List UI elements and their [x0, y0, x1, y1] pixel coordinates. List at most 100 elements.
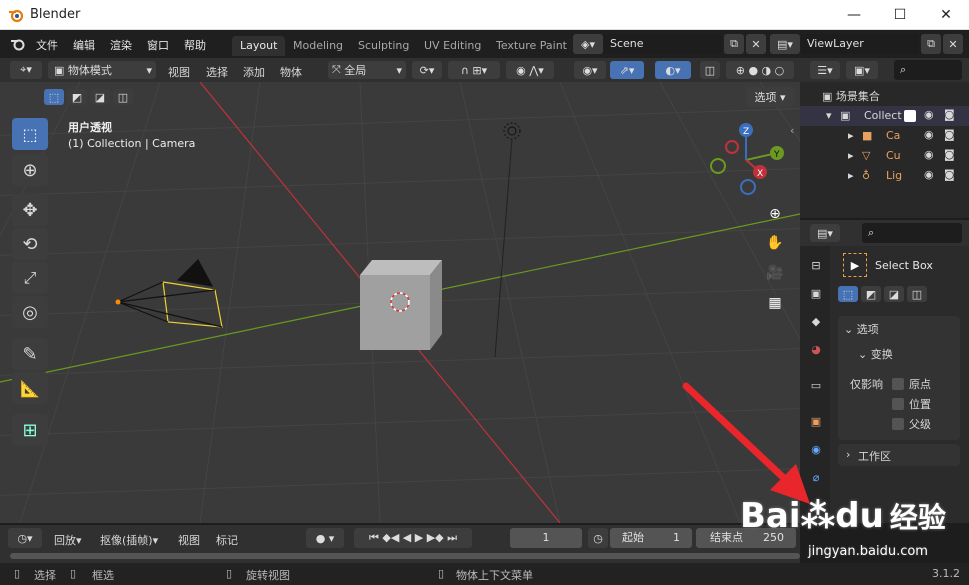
start-frame-field[interactable]: 起始 1	[610, 528, 692, 548]
transform-subpanel-header[interactable]: ⌄ 变换	[858, 346, 893, 362]
preview-range-button[interactable]: ◷	[588, 528, 608, 548]
tab-scene[interactable]: ◕	[805, 338, 827, 360]
properties-editor-type[interactable]: ▤▾	[810, 224, 840, 242]
tab-layout[interactable]: Layout	[232, 36, 286, 56]
mode-selector[interactable]: ▣ 物体模式 ▾	[48, 61, 156, 79]
workspace-panel[interactable]: › 工作区	[838, 444, 960, 466]
camera-render-icon[interactable]: ◙	[944, 168, 955, 181]
playback-controls[interactable]: ⏮ ◆◀ ◀ ▶ ▶◆ ⏭	[354, 528, 472, 548]
delete-scene-button[interactable]: ✕	[746, 34, 766, 54]
tab-view-layer[interactable]: ◆	[805, 310, 827, 332]
shading-mode-buttons[interactable]: ⊕ ● ◑ ○	[726, 61, 794, 79]
overlay-toggle-button[interactable]: ◐▾	[655, 61, 691, 79]
tab-texture-paint[interactable]: Texture Paint	[488, 36, 575, 56]
scale-tool[interactable]: ⤢	[12, 262, 48, 294]
transform-tool[interactable]: ◎	[12, 296, 48, 328]
tab-sculpting[interactable]: Sculpting	[350, 36, 417, 56]
select-extend-icon[interactable]: ◩	[67, 89, 87, 105]
maximize-button[interactable]: ☐	[877, 0, 923, 30]
view-layer-name-field[interactable]: ViewLayer	[801, 34, 919, 54]
timeline-scrollbar[interactable]	[10, 553, 800, 559]
tab-modeling[interactable]: Modeling	[285, 36, 351, 56]
outliner-scene-collection[interactable]: ▣ 场景集合	[822, 88, 880, 104]
select-invert-icon[interactable]: ◫	[113, 89, 133, 105]
viewport-menu-object[interactable]: 物体	[280, 64, 302, 80]
outliner-row-collection[interactable]: ▾ ▣ Collect ◉ ◙	[800, 106, 969, 126]
select-subtract-icon[interactable]: ◪	[90, 89, 110, 105]
eye-icon[interactable]: ◉	[924, 128, 934, 141]
timeline-menu-keying[interactable]: 抠像(插帧)▾	[100, 532, 158, 548]
outliner-search-input[interactable]: ⌕	[894, 60, 962, 80]
timeline-menu-playback[interactable]: 回放▾	[54, 532, 82, 548]
annotate-tool[interactable]: ✎	[12, 338, 48, 370]
current-frame-field[interactable]: 1	[510, 528, 582, 548]
timeline-menu-marker[interactable]: 标记	[216, 532, 238, 548]
tab-uv-editing[interactable]: UV Editing	[416, 36, 489, 56]
scene-name-field[interactable]: Scene	[604, 34, 722, 54]
menu-window[interactable]: 窗口	[147, 37, 169, 53]
proportional-editing-button[interactable]: ◉ ⋀▾	[506, 61, 554, 79]
rotate-tool[interactable]: ⟲	[12, 228, 48, 260]
outliner-row-cube[interactable]: ▸ ▽ Cu ◉ ◙	[800, 146, 969, 166]
scene-selector-button[interactable]: ◈▾	[573, 34, 603, 54]
measure-tool[interactable]: 📐	[12, 372, 48, 404]
auto-keying-button[interactable]: ● ▾	[306, 528, 344, 548]
camera-render-icon[interactable]: ◙	[944, 108, 955, 121]
camera-view-button[interactable]: 🎥	[762, 260, 788, 286]
mode-invert-icon[interactable]: ◫	[907, 286, 927, 302]
checkbox-locations[interactable]: 位置	[892, 396, 931, 412]
outliner-row-camera[interactable]: ▸ ■ Ca ◉ ◙	[800, 126, 969, 146]
collection-checkbox[interactable]	[904, 110, 916, 122]
viewport-menu-select[interactable]: 选择	[206, 64, 228, 80]
sidebar-expand-icon[interactable]: ‹	[790, 124, 794, 137]
minimize-button[interactable]: —	[831, 0, 877, 30]
outliner-editor-type[interactable]: ☰▾	[810, 61, 840, 79]
select-new-icon[interactable]: ⬚	[44, 89, 64, 105]
move-tool[interactable]: ✥	[12, 194, 48, 226]
menu-render[interactable]: 渲染	[110, 37, 132, 53]
timeline-editor-type[interactable]: ◷▾	[8, 528, 42, 548]
close-button[interactable]: ✕	[923, 0, 969, 30]
selection-mode-buttons[interactable]: ⬚ ◩ ◪ ◫	[44, 89, 140, 107]
outliner-display-mode[interactable]: ▣▾	[846, 61, 878, 79]
checkbox-icon[interactable]	[892, 418, 904, 430]
mode-subtract-icon[interactable]: ◪	[884, 286, 904, 302]
navigation-gizmo[interactable]: Y Z X	[706, 120, 790, 200]
tab-render[interactable]: ⊟	[805, 254, 827, 276]
properties-search-input[interactable]: ⌕	[862, 223, 962, 243]
view-layer-selector-button[interactable]: ▤▾	[770, 34, 800, 54]
checkbox-icon[interactable]	[892, 398, 904, 410]
perspective-toggle-button[interactable]: ▦	[762, 290, 788, 316]
delete-view-layer-button[interactable]: ✕	[943, 34, 963, 54]
camera-render-icon[interactable]: ◙	[944, 148, 955, 161]
gizmo-toggle-button[interactable]: ⇗▾	[610, 61, 644, 79]
transform-orientation-selector[interactable]: ⤧ 全局 ▾	[328, 61, 406, 79]
menu-help[interactable]: 帮助	[184, 37, 206, 53]
tool-mode-buttons[interactable]: ⬚ ◩ ◪ ◫	[838, 286, 934, 304]
checkbox-icon[interactable]	[892, 378, 904, 390]
snap-button[interactable]: ∩ ⊞▾	[448, 61, 500, 79]
select-box-tool[interactable]: ⬚	[12, 118, 48, 150]
menu-edit[interactable]: 编辑	[73, 37, 95, 53]
add-cube-tool[interactable]: ⊞	[12, 414, 48, 446]
eye-icon[interactable]: ◉	[924, 148, 934, 161]
editor-type-button[interactable]: ⌖▾	[10, 61, 42, 79]
visibility-button[interactable]: ◉▾	[574, 61, 606, 79]
timeline-menu-view[interactable]: 视图	[178, 532, 200, 548]
tab-output[interactable]: ▣	[805, 282, 827, 304]
checkbox-origins[interactable]: 原点	[892, 376, 931, 392]
viewport-menu-view[interactable]: 视图	[168, 64, 190, 80]
zoom-button[interactable]: ⊕	[762, 201, 788, 227]
blender-menu-icon[interactable]	[10, 37, 26, 51]
new-view-layer-button[interactable]: ⧉	[921, 34, 941, 54]
viewport-menu-add[interactable]: 添加	[243, 64, 265, 80]
checkbox-parents[interactable]: 父级	[892, 416, 931, 432]
new-scene-button[interactable]: ⧉	[724, 34, 744, 54]
eye-icon[interactable]: ◉	[924, 168, 934, 181]
camera-render-icon[interactable]: ◙	[944, 128, 955, 141]
pan-button[interactable]: ✋	[762, 230, 788, 256]
mode-extend-icon[interactable]: ◩	[861, 286, 881, 302]
xray-toggle-button[interactable]: ◫	[700, 61, 720, 79]
cursor-tool[interactable]: ⊕	[12, 154, 48, 186]
mode-new-icon[interactable]: ⬚	[838, 286, 858, 302]
